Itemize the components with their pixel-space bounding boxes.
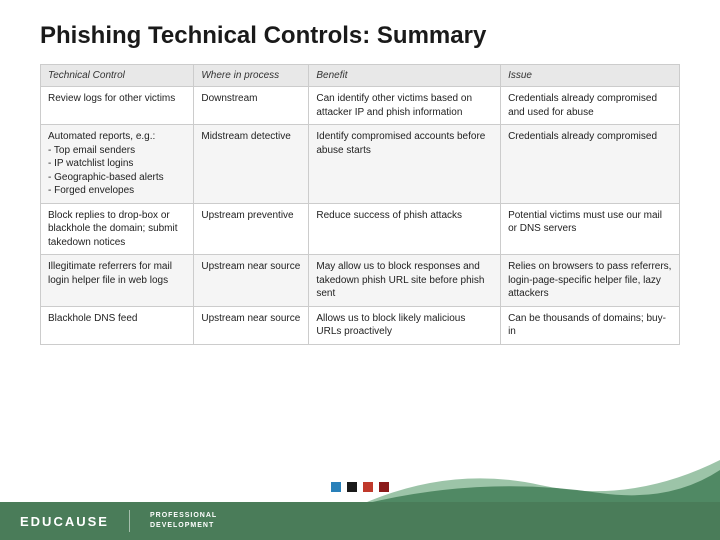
header-issue: Issue	[501, 65, 680, 87]
logo-divider	[129, 510, 130, 532]
table-row: Illegitimate referrers for mail login he…	[41, 255, 680, 307]
table-cell-where: Upstream near source	[194, 306, 309, 344]
table-row: Review logs for other victimsDownstreamC…	[41, 87, 680, 125]
table-row: Block replies to drop-box or blackhole t…	[41, 203, 680, 255]
table-cell-control: Block replies to drop-box or blackhole t…	[41, 203, 194, 255]
header-control: Technical Control	[41, 65, 194, 87]
table-cell-benefit: Can identify other victims based on atta…	[309, 87, 501, 125]
summary-table: Technical Control Where in process Benef…	[40, 64, 680, 345]
table-cell-where: Downstream	[194, 87, 309, 125]
table-cell-issue: Credentials already compromised and used…	[501, 87, 680, 125]
header-where: Where in process	[194, 65, 309, 87]
table-cell-control: Automated reports, e.g.:- Top email send…	[41, 125, 194, 204]
nav-dot-0[interactable]	[331, 482, 341, 492]
professional-dev-text: PROFESSIONAL DEVELOPMENT	[150, 511, 217, 531]
header-benefit: Benefit	[309, 65, 501, 87]
logo-area: EDUCAUSE PROFESSIONAL DEVELOPMENT	[20, 510, 217, 532]
nav-dot-1[interactable]	[347, 482, 357, 492]
bottom-bar: EDUCAUSE PROFESSIONAL DEVELOPMENT	[0, 502, 720, 540]
page-title: Phishing Technical Controls: Summary	[40, 22, 680, 50]
bottom-wave-decoration	[360, 455, 720, 505]
table-cell-issue: Credentials already compromised	[501, 125, 680, 204]
table-cell-issue: Relies on browsers to pass referrers, lo…	[501, 255, 680, 307]
table-cell-issue: Can be thousands of domains; buy-in	[501, 306, 680, 344]
page-container: Phishing Technical Controls: Summary Tec…	[0, 0, 720, 540]
table-row: Blackhole DNS feedUpstream near sourceAl…	[41, 306, 680, 344]
table-cell-control: Blackhole DNS feed	[41, 306, 194, 344]
table-cell-benefit: Reduce success of phish attacks	[309, 203, 501, 255]
main-content: Phishing Technical Controls: Summary Tec…	[0, 0, 720, 355]
table-cell-issue: Potential victims must use our mail or D…	[501, 203, 680, 255]
table-cell-where: Upstream near source	[194, 255, 309, 307]
table-row: Automated reports, e.g.:- Top email send…	[41, 125, 680, 204]
table-cell-benefit: Allows us to block likely malicious URLs…	[309, 306, 501, 344]
table-cell-control: Illegitimate referrers for mail login he…	[41, 255, 194, 307]
educause-logo-text: EDUCAUSE	[20, 514, 109, 529]
table-cell-where: Midstream detective	[194, 125, 309, 204]
table-cell-benefit: Identify compromised accounts before abu…	[309, 125, 501, 204]
table-cell-where: Upstream preventive	[194, 203, 309, 255]
table-cell-control: Review logs for other victims	[41, 87, 194, 125]
table-header-row: Technical Control Where in process Benef…	[41, 65, 680, 87]
table-cell-benefit: May allow us to block responses and take…	[309, 255, 501, 307]
